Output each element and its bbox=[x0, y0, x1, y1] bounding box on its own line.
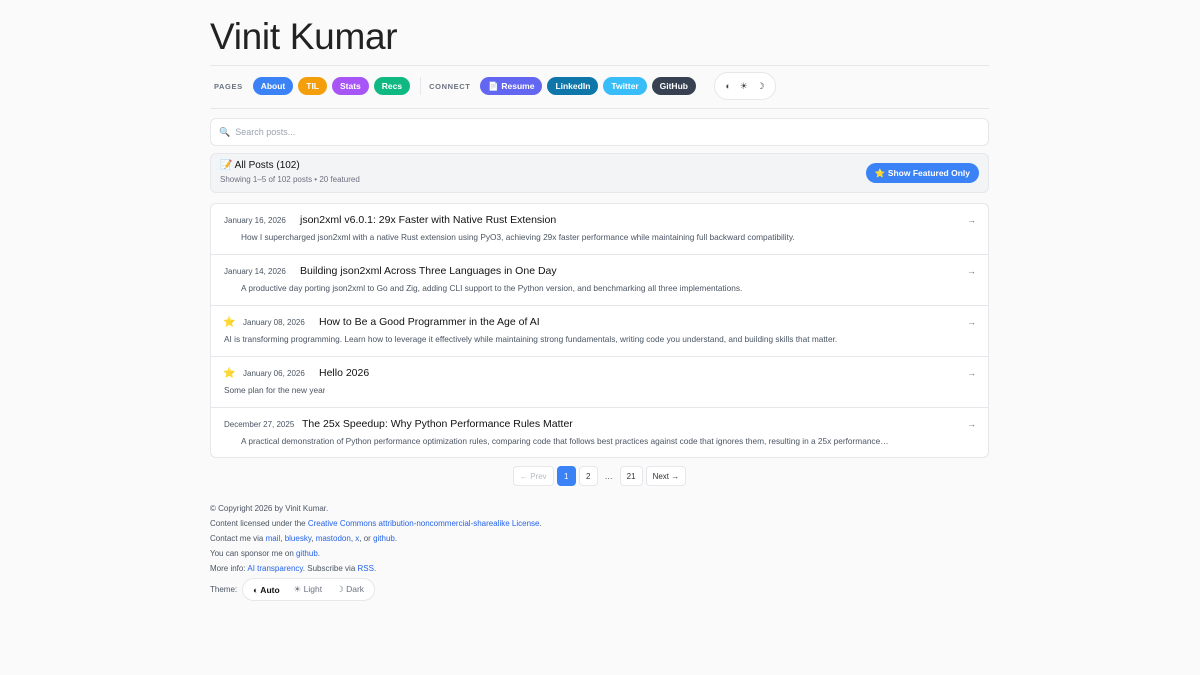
next-page-button[interactable]: Next → bbox=[645, 466, 687, 486]
mastodon-link[interactable]: mastodon bbox=[316, 534, 351, 543]
theme-auto-option[interactable]: ◐ Auto bbox=[246, 585, 287, 595]
post-description: Some plan for the new year bbox=[224, 385, 326, 395]
site-footer: © Copyright 2026 by Vinit Kumar. Content… bbox=[210, 503, 542, 578]
list-item[interactable]: January 16, 2026 json2xml v6.0.1: 29x Fa… bbox=[211, 204, 988, 255]
list-item[interactable]: December 27, 2025 The 25x Speedup: Why P… bbox=[211, 408, 988, 457]
arrow-right-icon: → bbox=[967, 419, 976, 429]
github-link[interactable]: github bbox=[373, 534, 395, 543]
prev-page-button[interactable]: ← Prev bbox=[513, 466, 554, 486]
post-date: December 27, 2025 bbox=[224, 420, 295, 429]
sun-icon[interactable]: ☀ bbox=[740, 81, 748, 92]
post-title[interactable]: json2xml v6.0.1: 29x Faster with Native … bbox=[300, 214, 556, 226]
connect-label: CONNECT bbox=[429, 81, 471, 91]
post-description: AI is transforming programming. Learn ho… bbox=[224, 334, 838, 344]
sponsor-prefix: You can sponsor me on bbox=[210, 549, 296, 558]
post-title[interactable]: Building json2xml Across Three Languages… bbox=[300, 265, 557, 277]
bluesky-link[interactable]: bluesky bbox=[285, 534, 312, 543]
sponsor-line: You can sponsor me on github. bbox=[210, 549, 321, 558]
post-date: January 06, 2026 bbox=[243, 369, 305, 378]
star-icon: ⭐ bbox=[223, 368, 236, 379]
divider bbox=[210, 65, 989, 66]
theme-light-option[interactable]: ☀ Light bbox=[287, 584, 329, 595]
mail-link[interactable]: mail bbox=[266, 534, 281, 543]
contact-or: , or bbox=[359, 534, 374, 543]
search-box: 🔍 bbox=[210, 118, 989, 146]
star-icon: ⭐ bbox=[223, 317, 236, 328]
post-description: How I supercharged json2xml with a nativ… bbox=[241, 232, 795, 242]
post-description: A productive day porting json2xml to Go … bbox=[241, 283, 743, 293]
arrow-right-icon: → bbox=[967, 266, 976, 276]
post-title[interactable]: Hello 2026 bbox=[319, 367, 369, 379]
page-button-1[interactable]: 1 bbox=[556, 466, 576, 486]
post-title[interactable]: The 25x Speedup: Why Python Performance … bbox=[302, 418, 573, 430]
twitter-button[interactable]: Twitter bbox=[603, 77, 647, 95]
list-item[interactable]: ⭐ January 08, 2026 How to Be a Good Prog… bbox=[211, 306, 988, 357]
arrow-right-icon: → bbox=[967, 215, 976, 225]
license-prefix: Content licensed under the bbox=[210, 519, 308, 528]
theme-label: Theme: bbox=[210, 585, 238, 594]
theme-dark-option[interactable]: ☽ Dark bbox=[329, 584, 371, 595]
show-featured-button[interactable]: ⭐ Show Featured Only bbox=[865, 163, 979, 183]
moon-icon[interactable]: ☽ bbox=[756, 81, 764, 92]
pagination-ellipsis: … bbox=[604, 471, 613, 481]
page-button-2[interactable]: 2 bbox=[578, 466, 598, 486]
resume-button[interactable]: 📄 Resume bbox=[480, 77, 543, 95]
nav-separator bbox=[420, 77, 422, 95]
header-theme-toggle: ◐ ☀ ☽ bbox=[713, 72, 776, 100]
pagination: ← Prev 1 2 … 21 Next → bbox=[513, 466, 689, 486]
post-title[interactable]: How to Be a Good Programmer in the Age o… bbox=[319, 316, 540, 328]
contact-line: Contact me via mail, bluesky, mastodon, … bbox=[210, 534, 398, 543]
search-icon: 🔍 bbox=[219, 126, 231, 137]
license-link[interactable]: Creative Commons attribution-noncommerci… bbox=[308, 519, 540, 528]
page-button-21[interactable]: 21 bbox=[619, 466, 643, 486]
arrow-right-icon: → bbox=[967, 368, 976, 378]
license-suffix: . bbox=[539, 519, 542, 528]
github-button[interactable]: GitHub bbox=[651, 77, 696, 95]
list-item[interactable]: ⭐ January 06, 2026 Hello 2026 Some plan … bbox=[211, 357, 988, 408]
top-nav: PAGES About TIL Stats Recs CONNECT 📄 Res… bbox=[214, 72, 776, 100]
subscribe-text: . Subscribe via bbox=[302, 564, 358, 573]
site-title[interactable]: Vinit Kumar bbox=[210, 16, 398, 58]
nav-stats-button[interactable]: Stats bbox=[332, 77, 369, 95]
post-date: January 08, 2026 bbox=[243, 318, 305, 327]
contact-prefix: Contact me via bbox=[210, 534, 266, 543]
post-date: January 14, 2026 bbox=[224, 267, 286, 276]
nav-recs-button[interactable]: Recs bbox=[373, 77, 411, 95]
posts-count-subtitle: Showing 1–5 of 102 posts • 20 featured bbox=[220, 175, 360, 184]
ai-transparency-link[interactable]: AI transparency bbox=[247, 564, 302, 573]
license-line: Content licensed under the Creative Comm… bbox=[210, 518, 542, 533]
theme-auto-icon[interactable]: ◐ bbox=[725, 81, 730, 91]
posts-count-title: 📝 All Posts (102) bbox=[220, 160, 300, 171]
post-list: January 16, 2026 json2xml v6.0.1: 29x Fa… bbox=[210, 203, 989, 458]
post-description: A practical demonstration of Python perf… bbox=[241, 436, 889, 446]
rss-link[interactable]: RSS bbox=[358, 564, 374, 573]
divider bbox=[210, 108, 989, 109]
arrow-right-icon: → bbox=[967, 317, 976, 327]
search-input[interactable] bbox=[235, 127, 988, 137]
more-info-line: More info: AI transparency. Subscribe vi… bbox=[210, 564, 377, 573]
more-info-prefix: More info: bbox=[210, 564, 248, 573]
nav-til-button[interactable]: TIL bbox=[298, 77, 327, 95]
sponsor-github-link[interactable]: github bbox=[296, 549, 318, 558]
list-item[interactable]: January 14, 2026 Building json2xml Acros… bbox=[211, 255, 988, 306]
linkedin-button[interactable]: LinkedIn bbox=[547, 77, 599, 95]
post-date: January 16, 2026 bbox=[224, 216, 286, 225]
copyright-text: © Copyright 2026 by Vinit Kumar. bbox=[210, 504, 329, 513]
nav-about-button[interactable]: About bbox=[252, 77, 294, 95]
pages-label: PAGES bbox=[214, 81, 243, 91]
posts-header: 📝 All Posts (102) Showing 1–5 of 102 pos… bbox=[210, 153, 989, 193]
theme-toggle-group: ◐ Auto ☀ Light ☽ Dark bbox=[242, 578, 376, 601]
footer-theme-switcher: Theme: ◐ Auto ☀ Light ☽ Dark bbox=[210, 578, 376, 601]
